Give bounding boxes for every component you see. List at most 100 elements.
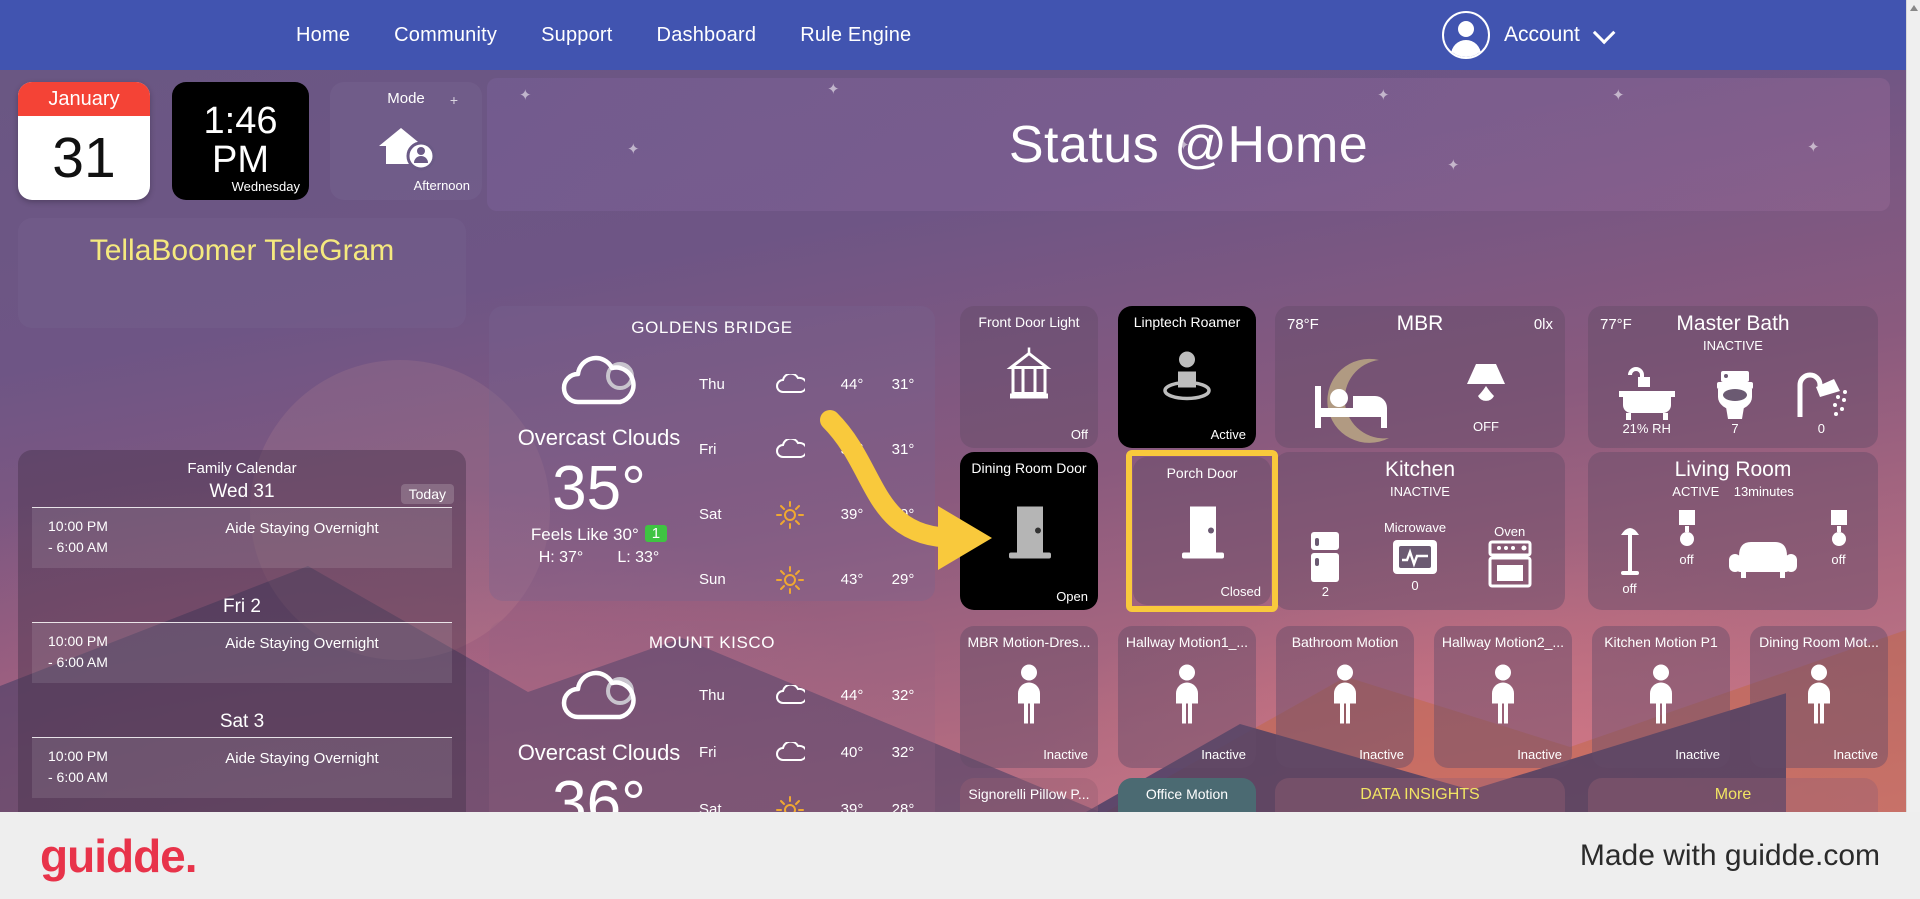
person-icon [1799,664,1839,731]
calendar-event[interactable]: 10:00 PM - 6:00 AM Aide Staying Overnigh… [32,508,452,568]
tile-linptech-roamer[interactable]: Linptech Roamer Active [1118,306,1256,448]
tile-signorelli-pillow[interactable]: Signorelli Pillow P... [960,778,1098,812]
weather-feels-badge: 1 [644,525,668,543]
forecast-low: 32° [891,687,915,704]
mode-widget-title: Mode [387,90,425,107]
sparkle-icon: ✦ [827,81,840,98]
tile-title: Front Door Light [978,314,1080,330]
master-bath-items: 21% RH 7 0 [1588,354,1878,448]
tile-title: Master Bath [1676,312,1790,335]
scroll-up-icon[interactable] [1910,5,1918,11]
kitchen-item-oven[interactable]: Oven [1487,524,1533,588]
sparkle-icon: ✦ [1377,87,1390,104]
tile-motion-kitchen-p1[interactable]: Kitchen Motion P1 Inactive [1592,626,1730,768]
lamp-icon [1459,358,1513,419]
add-icon[interactable]: + [450,92,458,108]
tile-motion-bathroom[interactable]: Bathroom Motion Inactive [1276,626,1414,768]
forecast-high: 40° [840,744,864,761]
table-lamp-icon [1830,510,1847,546]
vertical-scrollbar[interactable] [1906,0,1920,812]
living-room-item-couch[interactable] [1727,534,1799,580]
guide-arrow-icon [820,410,992,570]
mode-widget[interactable]: Mode + Afternoon [330,82,482,200]
kitchen-item-fridge[interactable]: 2 [1307,514,1343,599]
nav-link-dashboard[interactable]: Dashboard [657,24,757,47]
telegram-card[interactable]: TellaBoomer TeleGram [18,218,466,328]
tile-subtitle: INACTIVE [1390,484,1450,499]
tile-status: Open [1056,589,1088,604]
nav-link-home[interactable]: Home [296,24,350,47]
weather-temperature: 36° [552,769,646,812]
tile-kitchen[interactable]: Kitchen INACTIVE 2 Microwave 0 Oven [1275,452,1565,610]
calendar-event-time: 10:00 PM - 6:00 AM [48,748,108,785]
forecast-low: 31° [891,376,915,393]
tile-motion-hallway-1[interactable]: Hallway Motion1_... Inactive [1118,626,1256,768]
weather-high-low: H: 37° L: 33° [489,549,709,567]
tile-motion-hallway-2[interactable]: Hallway Motion2_... Inactive [1434,626,1572,768]
tile-data-insights[interactable]: DATA INSIGHTS [1275,778,1565,812]
kitchen-item-microwave[interactable]: Microwave 0 [1384,520,1446,593]
weather-temperature: 35° [552,454,646,523]
living-room-item-table-lamp-2[interactable]: off [1824,508,1854,567]
weather-condition: Overcast Clouds [517,740,681,765]
presence-icon [1158,348,1216,407]
master-bath-item-bathtub[interactable]: 21% RH [1616,366,1678,436]
account-label: Account [1504,23,1580,46]
tile-status: Inactive [1675,747,1720,762]
tile-status: Inactive [1359,747,1404,762]
mbr-lamp-group[interactable]: OFF [1459,358,1513,434]
tile-title: Signorelli Pillow P... [968,786,1090,802]
forecast-day: Thu [699,687,725,704]
tile-title: More [1714,786,1752,803]
person-icon [1483,664,1523,731]
tile-title: Office Motion [1145,786,1229,802]
tile-porch-door[interactable]: Porch Door Closed [1133,457,1271,605]
nav-link-rule-engine[interactable]: Rule Engine [800,24,911,47]
weather-current: Overcast Clouds 36° Feels Like 36° H: 39… [489,667,709,812]
toilet-icon [1716,370,1753,419]
tile-master-bath[interactable]: 77°F Master Bath INACTIVE 21% RH 7 0 [1588,306,1878,448]
nav-link-community[interactable]: Community [394,24,497,47]
door-icon [1174,497,1230,566]
tile-mbr[interactable]: 78°F MBR 0lx OFF [1275,306,1565,448]
date-widget[interactable]: January 31 [18,82,150,200]
kitchen-items: 2 Microwave 0 Oven [1275,502,1565,610]
couch-icon [1728,542,1797,578]
chevron-down-icon[interactable] [1592,21,1616,45]
tile-living-room[interactable]: Living Room ACTIVE 13minutes off off off [1588,452,1878,610]
living-room-item-floor-lamp[interactable]: off [1613,519,1647,596]
forecast-day: Fri [699,441,717,458]
living-room-item-table-lamp-1[interactable]: off [1672,508,1702,567]
account-menu[interactable]: Account [1442,11,1616,59]
tile-title: Porch Door [1166,465,1238,481]
cloud-icon [755,373,825,396]
nav-link-support[interactable]: Support [541,24,612,47]
calendar-event[interactable]: 10:00 PM - 6:00 AM Aide Staying Overnigh… [32,738,452,798]
fridge-icon [1311,531,1340,582]
tile-status: Closed [1220,584,1261,599]
tile-subtitle-wrap: ACTIVE 13minutes [1588,484,1878,499]
sun-icon [755,795,825,812]
tile-title: Hallway Motion1_... [1125,634,1249,650]
calendar-day-header: Wed 31 [32,481,452,508]
family-calendar-card[interactable]: Family Calendar Today Wed 31 10:00 PM - … [18,450,466,812]
calendar-event[interactable]: 10:00 PM - 6:00 AM Aide Staying Overnigh… [32,623,452,683]
master-bath-toilet-count: 7 [1731,420,1739,436]
weather-card-mount-kisco[interactable]: MOUNT KISCO Overcast Clouds 36° Feels Li… [489,621,935,812]
calendar-day-header: Fri 2 [32,596,452,623]
kitchen-microwave-count: 0 [1411,577,1419,593]
tile-more[interactable]: More [1588,778,1878,812]
weather-low: L: 33° [617,549,660,567]
floor-lamp-icon [1620,527,1639,575]
tile-office-motion[interactable]: Office Motion Inactive [1118,778,1256,812]
bed-moon-icon [1303,354,1411,448]
master-bath-item-shower[interactable]: 0 [1792,367,1850,436]
tile-motion-mbr-dresser[interactable]: MBR Motion-Dres... Inactive [960,626,1098,768]
master-bath-item-toilet[interactable]: 7 [1709,367,1761,436]
tile-motion-dining-room[interactable]: Dining Room Mot... Inactive [1750,626,1888,768]
telegram-title: TellaBoomer TeleGram [89,234,395,267]
forecast-row: Thu 44° 32° [699,667,927,724]
clock-widget[interactable]: 1:46 PM Wednesday [172,82,309,200]
